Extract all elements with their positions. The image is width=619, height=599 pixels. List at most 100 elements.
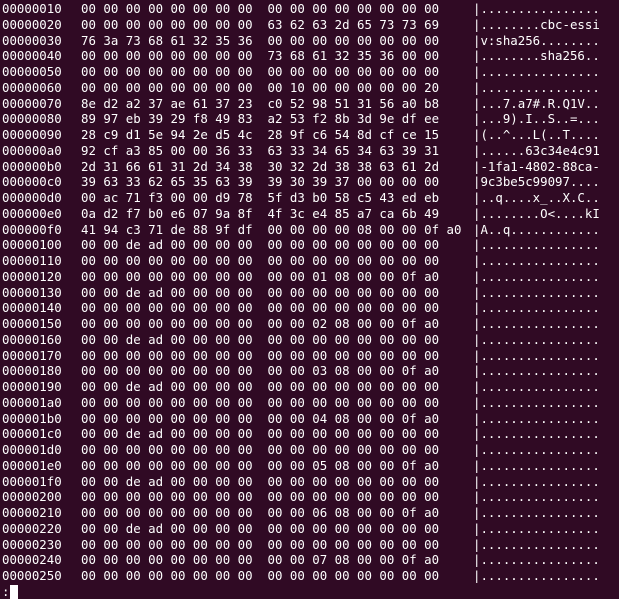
ascii-text: |................ — [473, 442, 600, 457]
hex-bytes: 8e d2 a2 37 ae 61 37 23 c0 52 98 51 31 5… — [81, 95, 440, 111]
hex-bytes: 00 00 00 00 00 00 00 00 00 00 02 08 00 0… — [81, 316, 440, 331]
ascii-text: |................ — [473, 347, 600, 363]
ascii-text: |..q....x_..X.C.. — [473, 190, 600, 205]
terminal-window[interactable]: 00000010 00 00 00 00 00 00 00 00 00 00 00… — [0, 0, 619, 599]
ascii-text: |................ — [473, 379, 600, 394]
hexdump-line: 00000220 00 00 de ad 00 00 00 00 00 00 00… — [0, 521, 619, 537]
hex-bytes: 00 00 de ad 00 00 00 00 00 00 00 00 00 0… — [81, 284, 440, 300]
line-offset: 00000020 — [2, 16, 62, 32]
hexdump-line: 00000120 00 00 00 00 00 00 00 00 00 00 01… — [0, 269, 619, 285]
line-offset: 00000060 — [2, 79, 62, 95]
hex-bytes: 00 00 00 00 00 00 00 00 00 00 00 00 00 0… — [81, 1, 440, 16]
line-offset: 00000240 — [2, 552, 62, 568]
pager-prompt: : — [2, 583, 10, 599]
hexdump-line: 00000240 00 00 00 00 00 00 00 00 00 00 07… — [0, 552, 619, 568]
line-offset: 000001b0 — [2, 410, 62, 426]
hexdump-line: 00000230 00 00 00 00 00 00 00 00 00 00 00… — [0, 537, 619, 553]
ascii-text: |........cbc-essi — [473, 16, 600, 32]
line-offset: 000000a0 — [2, 142, 62, 158]
ascii-text: |................ — [473, 410, 600, 426]
hexdump-line: 000000c0 39 63 33 62 65 35 63 39 39 30 39… — [0, 174, 619, 190]
hex-bytes: 2d 31 66 61 31 2d 34 38 30 32 2d 38 38 6… — [81, 158, 440, 174]
ascii-text: |......63c34e4c91 — [473, 142, 600, 158]
hex-bytes: 00 00 00 00 00 00 00 00 00 00 00 00 00 0… — [81, 64, 440, 79]
hexdump-line: 00000130 00 00 de ad 00 00 00 00 00 00 00… — [0, 285, 619, 301]
ascii-text: |9c3be5c99097.... — [473, 174, 600, 190]
line-offset: 00000080 — [2, 111, 62, 127]
hex-bytes: 00 00 00 00 00 00 00 00 00 00 05 08 00 0… — [81, 457, 440, 473]
line-offset: 00000050 — [2, 64, 62, 79]
ascii-text: |(..^...L(..T.... — [473, 127, 600, 142]
line-offset: 000000b0 — [2, 158, 62, 174]
hex-bytes: 00 00 00 00 00 00 00 00 00 00 01 08 00 0… — [81, 268, 440, 284]
hexdump-line: 000000e0 0a d2 f7 b0 e6 07 9a 8f 4f 3c e4… — [0, 206, 619, 222]
hex-bytes: 00 00 00 00 00 00 00 00 00 00 00 00 00 0… — [81, 536, 440, 552]
line-offset: 000000f0 — [2, 221, 62, 237]
ascii-text: |................ — [473, 363, 600, 379]
line-offset: 00000190 — [2, 379, 62, 394]
ascii-text: |................ — [473, 473, 600, 489]
line-offset: 000001a0 — [2, 394, 62, 410]
line-offset: 000001c0 — [2, 426, 62, 442]
line-offset: 00000180 — [2, 363, 62, 379]
line-offset: 00000120 — [2, 268, 62, 284]
ascii-text: |................ — [473, 268, 600, 284]
hex-bytes: 00 00 00 00 00 00 00 00 73 68 61 32 35 3… — [81, 48, 440, 64]
line-offset: 00000110 — [2, 253, 62, 268]
hexdump-line: 00000190 00 00 de ad 00 00 00 00 00 00 00… — [0, 379, 619, 395]
text-cursor — [10, 584, 18, 599]
hexdump-line: 000001b0 00 00 00 00 00 00 00 00 00 00 04… — [0, 411, 619, 427]
ascii-text: |................ — [473, 331, 600, 347]
hex-bytes: 0a d2 f7 b0 e6 07 9a 8f 4f 3c e4 85 a7 c… — [81, 205, 440, 221]
line-offset: 00000140 — [2, 300, 62, 316]
line-offset: 00000160 — [2, 331, 62, 347]
hexdump-line: 00000020 00 00 00 00 00 00 00 00 63 62 63… — [0, 17, 619, 33]
ascii-text: |................ — [473, 316, 600, 331]
hexdump-line: 00000070 8e d2 a2 37 ae 61 37 23 c0 52 98… — [0, 96, 619, 112]
line-offset: 00000040 — [2, 48, 62, 64]
hexdump-line: 000001c0 00 00 de ad 00 00 00 00 00 00 00… — [0, 426, 619, 442]
line-offset: 00000010 — [2, 1, 62, 16]
hex-bytes: 00 00 de ad 00 00 00 00 00 00 00 00 00 0… — [81, 237, 440, 253]
hex-bytes: 00 00 00 00 00 00 00 00 00 00 00 00 00 0… — [81, 300, 440, 316]
hexdump-line: 00000030 76 3a 73 68 61 32 35 36 00 00 00… — [0, 33, 619, 49]
hexdump-line: 000001e0 00 00 00 00 00 00 00 00 00 00 05… — [0, 458, 619, 474]
hexdump-line: 00000250 00 00 00 00 00 00 00 00 00 00 00… — [0, 568, 619, 584]
ascii-text: |................ — [473, 426, 600, 442]
hex-bytes: 00 00 00 00 00 00 00 00 00 00 00 00 00 0… — [81, 489, 440, 505]
hexdump-line: 000000a0 92 cf a3 85 00 00 36 33 63 33 34… — [0, 143, 619, 159]
hexdump-line: 00000170 00 00 00 00 00 00 00 00 00 00 00… — [0, 348, 619, 364]
hex-bytes: 00 00 de ad 00 00 00 00 00 00 00 00 00 0… — [81, 379, 440, 394]
line-offset: 00000090 — [2, 127, 62, 142]
ascii-text: |................ — [473, 552, 600, 568]
line-offset: 000000c0 — [2, 174, 62, 190]
hex-bytes: 00 ac 71 f3 00 00 d9 78 5f d3 b0 58 c5 4… — [81, 190, 440, 205]
ascii-text: |................ — [473, 457, 600, 473]
line-offset: 00000170 — [2, 347, 62, 363]
line-offset: 00000100 — [2, 237, 62, 253]
hexdump-line: 00000140 00 00 00 00 00 00 00 00 00 00 00… — [0, 300, 619, 316]
hexdump-line: 000000b0 2d 31 66 61 31 2d 34 38 30 32 2d… — [0, 159, 619, 175]
ascii-text: |................ — [473, 284, 600, 300]
hexdump-line: 00000160 00 00 de ad 00 00 00 00 00 00 00… — [0, 332, 619, 348]
ascii-text: |................ — [473, 1, 600, 16]
hexdump-line: 00000010 00 00 00 00 00 00 00 00 00 00 00… — [0, 1, 619, 17]
line-offset: 00000220 — [2, 520, 62, 536]
line-offset: 000001e0 — [2, 457, 62, 473]
ascii-text: |................ — [473, 505, 600, 520]
hex-bytes: 76 3a 73 68 61 32 35 36 00 00 00 00 00 0… — [81, 32, 440, 48]
line-offset: 00000230 — [2, 536, 62, 552]
hex-bytes: 89 97 eb 39 29 f8 49 83 a2 53 f2 8b 3d 9… — [81, 111, 440, 127]
hex-bytes: 00 00 de ad 00 00 00 00 00 00 00 00 00 0… — [81, 426, 440, 442]
pager-prompt-line[interactable]: : — [0, 584, 619, 599]
hex-bytes: 00 00 de ad 00 00 00 00 00 00 00 00 00 0… — [81, 331, 440, 347]
ascii-text: |...7.a7#.R.Q1V.. — [473, 95, 600, 111]
line-offset: 000000e0 — [2, 205, 62, 221]
hexdump-line: 00000090 28 c9 d1 5e 94 2e d5 4c 28 9f c6… — [0, 127, 619, 143]
ascii-text: |-1fa1-4802-88ca- — [473, 158, 600, 174]
line-offset: 00000130 — [2, 284, 62, 300]
hexdump-line: 000000d0 00 ac 71 f3 00 00 d9 78 5f d3 b0… — [0, 190, 619, 206]
hex-bytes: 00 00 de ad 00 00 00 00 00 00 00 00 00 0… — [81, 473, 440, 489]
hexdump-line: 000000f0 41 94 c3 71 de 88 9f df 00 00 00… — [0, 222, 619, 238]
line-offset: 00000030 — [2, 32, 62, 48]
